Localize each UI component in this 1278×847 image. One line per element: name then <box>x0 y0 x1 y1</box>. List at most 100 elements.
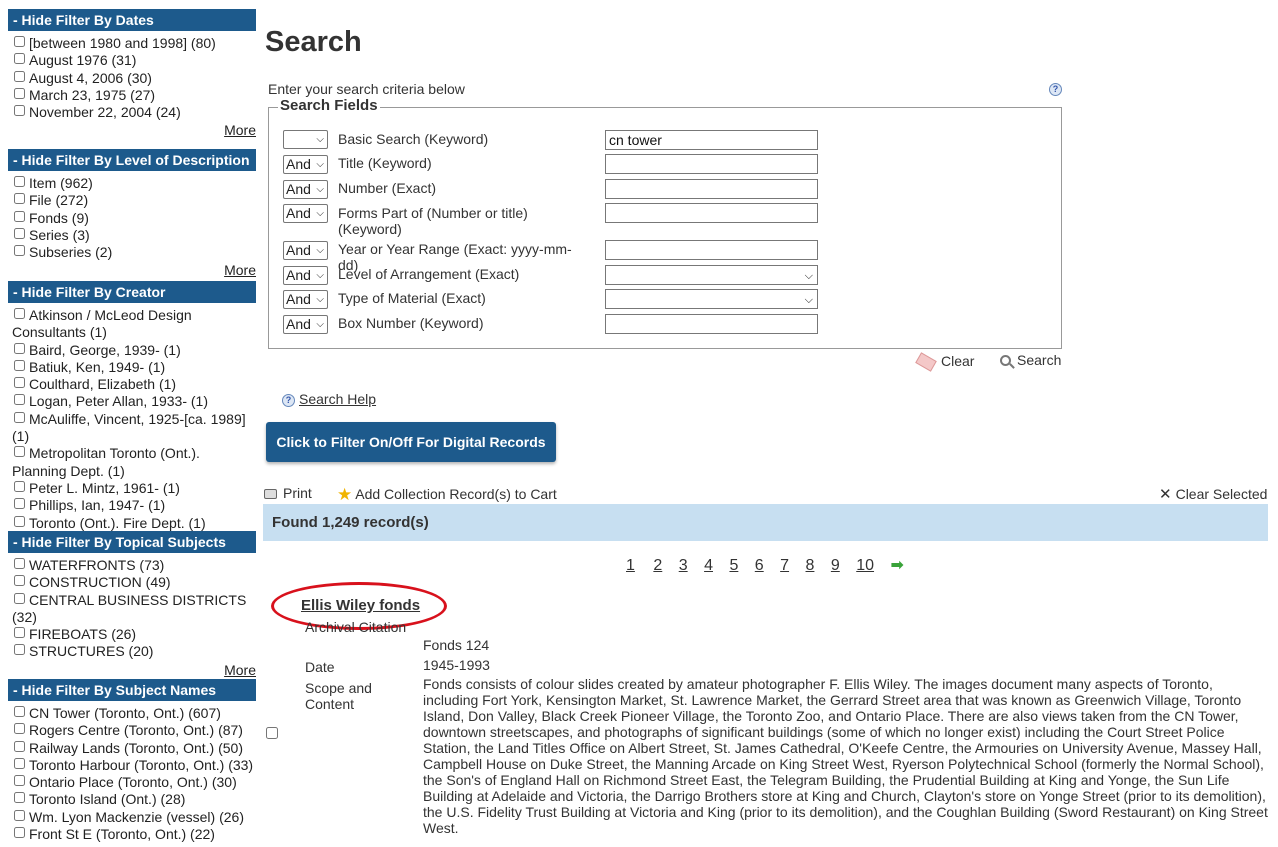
facet-dates-toggle[interactable]: - Hide Filter By Dates <box>8 9 256 31</box>
facet-checkbox[interactable] <box>14 498 25 510</box>
facet-option[interactable]: CN Tower (Toronto, Ont.) (607) <box>12 705 256 722</box>
facet-checkbox[interactable] <box>14 342 25 354</box>
facet-option[interactable]: Fonds (9) <box>12 210 256 227</box>
facet-option[interactable]: Wm. Lyon Mackenzie (vessel) (26) <box>12 809 256 826</box>
facet-option[interactable]: CONSTRUCTION (49) <box>12 574 256 591</box>
operator-select-title[interactable]: And ⌵ <box>283 155 328 174</box>
facet-option[interactable]: WATERFRONTS (73) <box>12 557 256 574</box>
box-number-input[interactable] <box>605 314 818 334</box>
facet-option[interactable]: Batiuk, Ken, 1949- (1) <box>12 359 256 376</box>
facet-checkbox[interactable] <box>14 245 25 257</box>
next-page-arrow-icon[interactable]: ➡ <box>890 557 903 574</box>
facet-checkbox[interactable] <box>14 480 25 492</box>
facet-option[interactable]: Rogers Centre (Toronto, Ont.) (87) <box>12 722 256 739</box>
facet-level-toggle[interactable]: - Hide Filter By Level of Description <box>8 149 256 171</box>
operator-select-basic[interactable]: ⌵ <box>283 130 328 149</box>
search-button[interactable]: Search <box>1000 352 1061 368</box>
facet-option[interactable]: Subseries (2) <box>12 244 256 261</box>
clear-button[interactable]: Clear <box>915 352 974 372</box>
facet-option[interactable]: Toronto (Ont.). Fire Dept. (1) <box>12 515 256 532</box>
operator-select-level[interactable]: And ⌵ <box>283 266 328 285</box>
level-of-arrangement-select[interactable]: ⌵ <box>605 265 818 285</box>
forms-part-of-input[interactable] <box>605 203 818 223</box>
facet-checkbox[interactable] <box>14 558 25 569</box>
facet-checkbox[interactable] <box>14 359 25 371</box>
facet-checkbox[interactable] <box>14 644 25 656</box>
page-link-10[interactable]: 10 <box>856 557 874 575</box>
facet-option[interactable]: March 23, 1975 (27) <box>12 87 256 104</box>
facet-option[interactable]: Baird, George, 1939- (1) <box>12 342 256 359</box>
facet-checkbox[interactable] <box>14 575 25 587</box>
facet-topical-toggle[interactable]: - Hide Filter By Topical Subjects <box>8 531 256 553</box>
page-link-5[interactable]: 5 <box>729 557 738 575</box>
facet-checkbox[interactable] <box>14 592 25 604</box>
clear-selected-button[interactable]: ✕ Clear Selected <box>1159 485 1267 503</box>
facet-checkbox[interactable] <box>14 70 25 82</box>
facet-checkbox[interactable] <box>14 210 25 222</box>
print-button[interactable]: Print <box>264 485 312 501</box>
facet-creator-toggle[interactable]: - Hide Filter By Creator <box>8 281 256 303</box>
facet-checkbox[interactable] <box>14 53 25 65</box>
facet-option[interactable]: August 4, 2006 (30) <box>12 70 256 87</box>
facet-checkbox[interactable] <box>14 627 25 639</box>
facet-checkbox[interactable] <box>14 827 25 839</box>
facet-more-link[interactable]: More <box>224 262 256 278</box>
facet-checkbox[interactable] <box>14 227 25 239</box>
facet-more-link[interactable]: More <box>224 662 256 678</box>
operator-select-box[interactable]: And ⌵ <box>283 315 328 334</box>
digital-records-filter-button[interactable]: Click to Filter On/Off For Digital Recor… <box>266 422 556 462</box>
facet-checkbox[interactable] <box>14 105 25 117</box>
page-link-7[interactable]: 7 <box>780 557 789 575</box>
facet-checkbox[interactable] <box>14 757 25 769</box>
page-link-4[interactable]: 4 <box>704 557 713 575</box>
facet-checkbox[interactable] <box>14 775 25 787</box>
facet-names-toggle[interactable]: - Hide Filter By Subject Names <box>8 679 256 701</box>
facet-option[interactable]: [between 1980 and 1998] (80) <box>12 35 256 52</box>
basic-search-input[interactable]: cn tower <box>605 130 818 150</box>
facet-checkbox[interactable] <box>14 377 25 389</box>
facet-more-link[interactable]: More <box>224 122 256 138</box>
facet-option[interactable]: Series (3) <box>12 227 256 244</box>
facet-option[interactable]: Atkinson / McLeod Design Consultants (1) <box>12 307 256 342</box>
facet-checkbox[interactable] <box>14 446 25 458</box>
facet-checkbox[interactable] <box>14 515 25 527</box>
number-input[interactable] <box>605 179 818 199</box>
facet-checkbox[interactable] <box>14 176 25 187</box>
facet-option[interactable]: Logan, Peter Allan, 1933- (1) <box>12 393 256 410</box>
facet-option[interactable]: Ontario Place (Toronto, Ont.) (30) <box>12 774 256 791</box>
facet-option[interactable]: Railway Lands (Toronto, Ont.) (50) <box>12 740 256 757</box>
facet-checkbox[interactable] <box>14 193 25 205</box>
year-input[interactable] <box>605 240 818 260</box>
facet-checkbox[interactable] <box>14 411 25 423</box>
title-input[interactable] <box>605 154 818 174</box>
facet-option[interactable]: CENTRAL BUSINESS DISTRICTS (32) <box>12 592 256 627</box>
facet-option[interactable]: Metropolitan Toronto (Ont.). Planning De… <box>12 445 256 480</box>
facet-option[interactable]: November 22, 2004 (24) <box>12 104 256 121</box>
facet-option[interactable]: August 1976 (31) <box>12 52 256 69</box>
facet-option[interactable]: Coulthard, Elizabeth (1) <box>12 376 256 393</box>
facet-option[interactable]: Toronto Harbour (Toronto, Ont.) (33) <box>12 757 256 774</box>
page-link-9[interactable]: 9 <box>831 557 840 575</box>
result-select-checkbox[interactable] <box>266 727 278 739</box>
add-to-cart-button[interactable]: ★ Add Collection Record(s) to Cart <box>337 485 557 505</box>
facet-option[interactable]: Item (962) <box>12 175 256 192</box>
facet-checkbox[interactable] <box>14 792 25 804</box>
type-of-material-select[interactable]: ⌵ <box>605 289 818 309</box>
facet-option[interactable]: Front St E (Toronto, Ont.) (22) <box>12 826 256 843</box>
search-help-link[interactable]: ? Search Help <box>282 391 376 407</box>
facet-option[interactable]: Phillips, Ian, 1947- (1) <box>12 497 256 514</box>
facet-checkbox[interactable] <box>14 706 25 717</box>
facet-checkbox[interactable] <box>14 36 25 47</box>
facet-option[interactable]: File (272) <box>12 192 256 209</box>
facet-option[interactable]: STRUCTURES (20) <box>12 643 256 660</box>
page-link-2[interactable]: 2 <box>653 557 662 575</box>
page-link-1[interactable]: 1 <box>617 557 640 575</box>
page-link-3[interactable]: 3 <box>679 557 688 575</box>
page-link-8[interactable]: 8 <box>806 557 815 575</box>
facet-checkbox[interactable] <box>14 723 25 735</box>
operator-select-year[interactable]: And ⌵ <box>283 241 328 260</box>
operator-select-number[interactable]: And ⌵ <box>283 180 328 199</box>
facet-checkbox[interactable] <box>14 87 25 99</box>
facet-option[interactable]: McAuliffe, Vincent, 1925-[ca. 1989] (1) <box>12 411 256 446</box>
operator-select-forms-part-of[interactable]: And ⌵ <box>283 204 328 223</box>
